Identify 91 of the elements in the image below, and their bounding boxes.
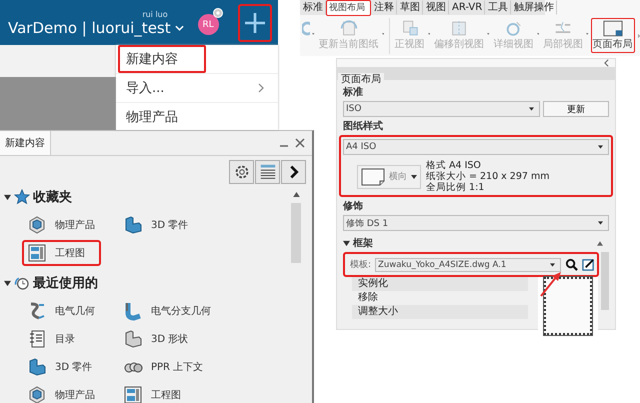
dressup-dropdown[interactable]: 修饰 DS 1 bbox=[343, 215, 609, 231]
status-icon bbox=[213, 8, 223, 18]
ribbon-tab[interactable]: 视图 bbox=[423, 0, 449, 15]
sheet-info-text: 纸张大小 = 210 x 297 mm bbox=[426, 171, 550, 182]
frame-action[interactable]: 调整大小 bbox=[352, 305, 528, 319]
section-view-icon bbox=[449, 20, 469, 37]
standard-dropdown[interactable]: ISO bbox=[343, 101, 540, 117]
refresh-sheet-icon bbox=[338, 20, 358, 37]
ribbon-tab[interactable]: 触屏操作 bbox=[511, 0, 558, 15]
drawing-sheet-icon bbox=[27, 243, 47, 263]
list-view-button[interactable] bbox=[255, 160, 280, 184]
next-button[interactable] bbox=[281, 160, 306, 184]
content-type-item[interactable]: 3D 形状 bbox=[118, 326, 194, 352]
chevron-right-icon[interactable] bbox=[258, 83, 264, 93]
ribbon-tab[interactable]: 注释 bbox=[371, 0, 397, 15]
gear-icon bbox=[232, 163, 250, 181]
section-title: 最近使用的 bbox=[33, 275, 98, 292]
content-type-item[interactable]: PPR 上下文 bbox=[118, 354, 208, 380]
caret-icon bbox=[598, 145, 603, 149]
content-type-item[interactable]: 电气几何 bbox=[22, 298, 100, 324]
caret-icon[interactable] bbox=[428, 32, 430, 36]
caret-icon bbox=[529, 107, 534, 111]
cube-icon bbox=[27, 215, 47, 235]
content-type-item[interactable]: 工程图 bbox=[22, 240, 101, 266]
ribbon-tool-button[interactable]: 页面布局 bbox=[590, 18, 634, 53]
clock-icon bbox=[14, 275, 30, 291]
panel-tab[interactable]: 新建内容 bbox=[0, 131, 51, 155]
caret-icon[interactable] bbox=[382, 32, 384, 36]
expand-triangle-icon[interactable] bbox=[4, 280, 11, 286]
content-type-item[interactable]: 工程图 bbox=[118, 382, 186, 403]
page-icon bbox=[361, 168, 385, 186]
content-type-item[interactable]: 电气分支几何 bbox=[118, 298, 216, 324]
star-icon bbox=[14, 189, 30, 205]
field-label: 标准 bbox=[343, 86, 364, 99]
frame-action[interactable]: 移除 bbox=[352, 291, 528, 305]
panel-tab[interactable]: 页面布局 bbox=[338, 73, 384, 86]
template-dropdown[interactable]: Zuwaku_Yoko_A4SIZE.dwg A.1 bbox=[375, 258, 561, 272]
caret-icon bbox=[598, 221, 603, 225]
expand-triangle-icon[interactable] bbox=[4, 194, 11, 200]
menu-item[interactable]: 物理产品 bbox=[118, 103, 186, 131]
scrollbar[interactable] bbox=[601, 252, 609, 310]
caret-icon bbox=[411, 174, 417, 178]
notebook-icon bbox=[27, 329, 47, 349]
expand-triangle-icon[interactable] bbox=[343, 240, 350, 246]
menu-item[interactable]: 导入... bbox=[118, 74, 172, 102]
caret-icon[interactable] bbox=[586, 32, 588, 36]
menu-item[interactable]: 新建内容 bbox=[118, 45, 206, 73]
user-name: rui luo bbox=[142, 10, 168, 19]
list-icon bbox=[258, 163, 276, 181]
bent-pipe-icon bbox=[123, 301, 143, 321]
add-button[interactable] bbox=[238, 4, 272, 42]
frame-action[interactable]: 实例化 bbox=[352, 277, 528, 291]
content-type-item[interactable]: 物理产品 bbox=[22, 382, 100, 403]
caret-icon[interactable] bbox=[536, 32, 539, 36]
settings-button[interactable] bbox=[229, 160, 254, 184]
section-title: 框架 bbox=[353, 236, 373, 250]
ribbon-tab[interactable]: 草图 bbox=[397, 0, 423, 15]
ribbon-tab[interactable]: 视图布局 bbox=[326, 0, 371, 16]
content-type-item[interactable]: 物理产品 bbox=[22, 212, 100, 238]
plus-icon bbox=[243, 10, 267, 34]
caret-icon[interactable] bbox=[487, 32, 490, 36]
field-label: 模板: bbox=[350, 258, 372, 271]
sheet-info-text: 全局比例 1:1 bbox=[426, 182, 486, 193]
block-icon bbox=[27, 357, 47, 377]
content-type-item[interactable]: 目录 bbox=[22, 326, 80, 352]
scroll-up-icon[interactable] bbox=[292, 192, 300, 197]
search-icon[interactable] bbox=[565, 258, 578, 271]
update-button[interactable]: 更新 bbox=[543, 101, 609, 117]
page-layout-icon bbox=[602, 20, 622, 37]
block-icon bbox=[123, 329, 143, 349]
close-icon[interactable] bbox=[294, 137, 306, 149]
app-title[interactable]: VarDemo | luorui_test bbox=[8, 19, 171, 37]
block-icon bbox=[123, 215, 143, 235]
content-type-item[interactable]: 3D 零件 bbox=[22, 354, 98, 380]
field-label: 修饰 bbox=[343, 200, 364, 213]
caret-icon bbox=[550, 262, 555, 266]
section-title: 收藏夹 bbox=[33, 189, 72, 206]
field-label: 图纸样式 bbox=[343, 120, 384, 133]
caret-icon[interactable] bbox=[312, 32, 314, 36]
ribbon-tab[interactable]: 工具 bbox=[485, 0, 512, 15]
cube-icon bbox=[27, 385, 47, 403]
scroll-up-icon[interactable] bbox=[597, 240, 603, 246]
sheet-info-text: 格式 A4 ISO bbox=[426, 160, 482, 171]
collapse-icon[interactable] bbox=[604, 59, 609, 67]
content-type-item[interactable]: 3D 零件 bbox=[118, 212, 194, 238]
sheet-style-dropdown[interactable]: A4 ISO bbox=[343, 139, 609, 155]
detail-view-icon bbox=[504, 20, 524, 37]
chevron-down-icon[interactable] bbox=[174, 25, 184, 31]
pointer-arrow bbox=[539, 271, 563, 297]
ribbon-tab[interactable]: AR-VR bbox=[449, 0, 486, 15]
edit-icon[interactable] bbox=[582, 258, 595, 271]
